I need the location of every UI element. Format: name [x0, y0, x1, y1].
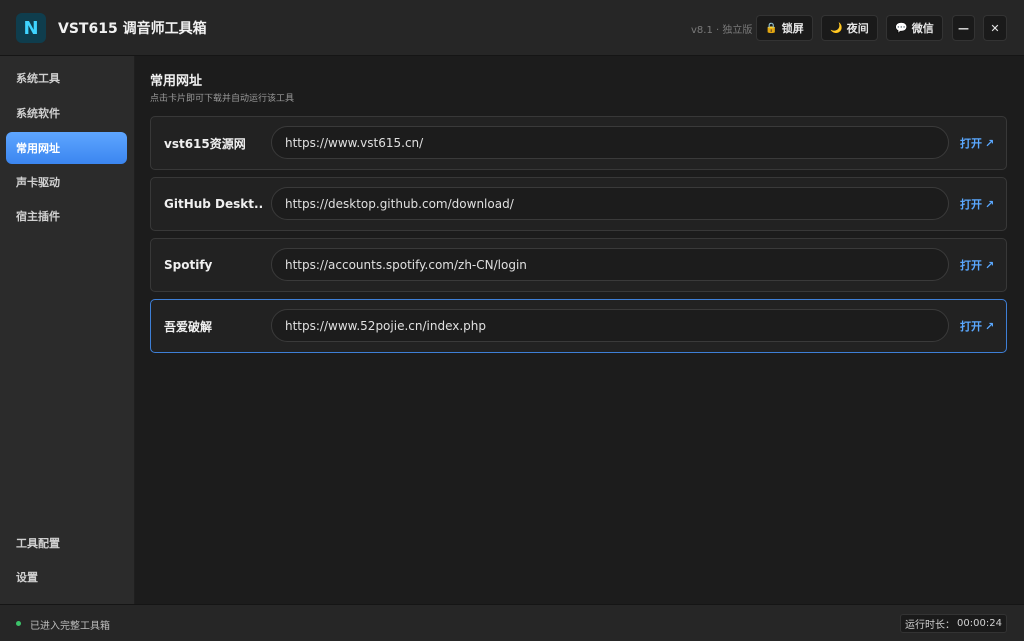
external-link-icon: ↗	[985, 319, 995, 333]
url-card[interactable]: GitHub Deskt... https://desktop.github.c…	[150, 177, 1007, 231]
page-title: 常用网址	[150, 74, 203, 89]
external-link-icon: ↗	[985, 136, 995, 150]
open-link-label: 打开	[960, 259, 982, 272]
sidebar-item-tool-config[interactable]: 工具配置	[6, 527, 127, 559]
close-button[interactable]: ✕	[983, 15, 1007, 41]
page-subtitle: 点击卡片即可下载并自动运行该工具	[150, 94, 295, 104]
version-label: v8.1 · 独立版	[691, 25, 753, 36]
status-text: 已进入完整工具箱	[30, 621, 110, 632]
wechat-label: 微信	[911, 22, 934, 35]
sidebar-item-settings[interactable]: 设置	[6, 561, 127, 593]
lock-screen-label: 锁屏	[781, 22, 804, 35]
open-link-button[interactable]: 打开 ↗	[960, 178, 994, 230]
open-link-button[interactable]: 打开 ↗	[960, 300, 994, 352]
app-title: VST615 调音师工具箱	[58, 21, 207, 37]
external-link-icon: ↗	[985, 197, 995, 211]
wechat-button[interactable]: 💬 微信	[886, 15, 943, 41]
url-card-name: GitHub Deskt...	[164, 197, 264, 211]
url-card-name: vst615资源网	[164, 136, 246, 151]
lock-icon: 🔒	[765, 22, 778, 34]
night-mode-label: 夜间	[846, 22, 869, 35]
chat-bubble-icon: 💬	[895, 22, 908, 34]
main-content: 常用网址 点击卡片即可下载并自动运行该工具 vst615资源网 https://…	[135, 56, 1024, 604]
title-bar: N VST615 调音师工具箱 v8.1 · 独立版 🔒 锁屏 🌙 夜间 💬 微…	[0, 0, 1024, 56]
minimize-icon: —	[958, 21, 969, 35]
url-card[interactable]: vst615资源网 https://www.vst615.cn/ 打开 ↗	[150, 116, 1007, 170]
sidebar-item-system-software[interactable]: 系统软件	[6, 97, 127, 129]
runtime-value: 00:00:24	[957, 618, 1002, 629]
url-card[interactable]: Spotify https://accounts.spotify.com/zh-…	[150, 238, 1007, 292]
url-card-name: 吾爱破解	[164, 319, 213, 334]
open-link-label: 打开	[960, 320, 982, 333]
open-link-label: 打开	[960, 137, 982, 150]
lock-screen-button[interactable]: 🔒 锁屏	[756, 15, 813, 41]
external-link-icon: ↗	[985, 258, 995, 272]
runtime-label: 运行时长：	[905, 620, 956, 631]
runtime-display: 运行时长： 00:00:24	[900, 614, 1007, 633]
night-mode-button[interactable]: 🌙 夜间	[821, 15, 878, 41]
url-card-name: Spotify	[164, 258, 213, 272]
open-link-label: 打开	[960, 198, 982, 211]
url-card-address: https://accounts.spotify.com/zh-CN/login	[271, 248, 949, 281]
sidebar-item-system-tools[interactable]: 系统工具	[6, 62, 127, 94]
url-card-address: https://www.52pojie.cn/index.php	[271, 309, 949, 342]
sidebar-item-host-plugins[interactable]: 宿主插件	[6, 200, 127, 232]
status-bar: 已进入完整工具箱 运行时长： 00:00:24	[0, 604, 1024, 641]
moon-icon: 🌙	[830, 22, 843, 34]
url-card-address: https://desktop.github.com/download/	[271, 187, 949, 220]
sidebar-item-sound-card-drivers[interactable]: 声卡驱动	[6, 166, 127, 198]
open-link-button[interactable]: 打开 ↗	[960, 117, 994, 169]
open-link-button[interactable]: 打开 ↗	[960, 239, 994, 291]
close-icon: ✕	[990, 21, 1000, 35]
sidebar: 系统工具 系统软件 常用网址 声卡驱动 宿主插件 工具配置 设置	[0, 56, 134, 604]
status-indicator-icon	[16, 621, 21, 626]
url-card[interactable]: 吾爱破解 https://www.52pojie.cn/index.php 打开…	[150, 299, 1007, 353]
minimize-button[interactable]: —	[952, 15, 975, 41]
url-card-address: https://www.vst615.cn/	[271, 126, 949, 159]
app-logo-icon: N	[16, 13, 46, 43]
sidebar-item-common-urls[interactable]: 常用网址	[6, 132, 127, 164]
